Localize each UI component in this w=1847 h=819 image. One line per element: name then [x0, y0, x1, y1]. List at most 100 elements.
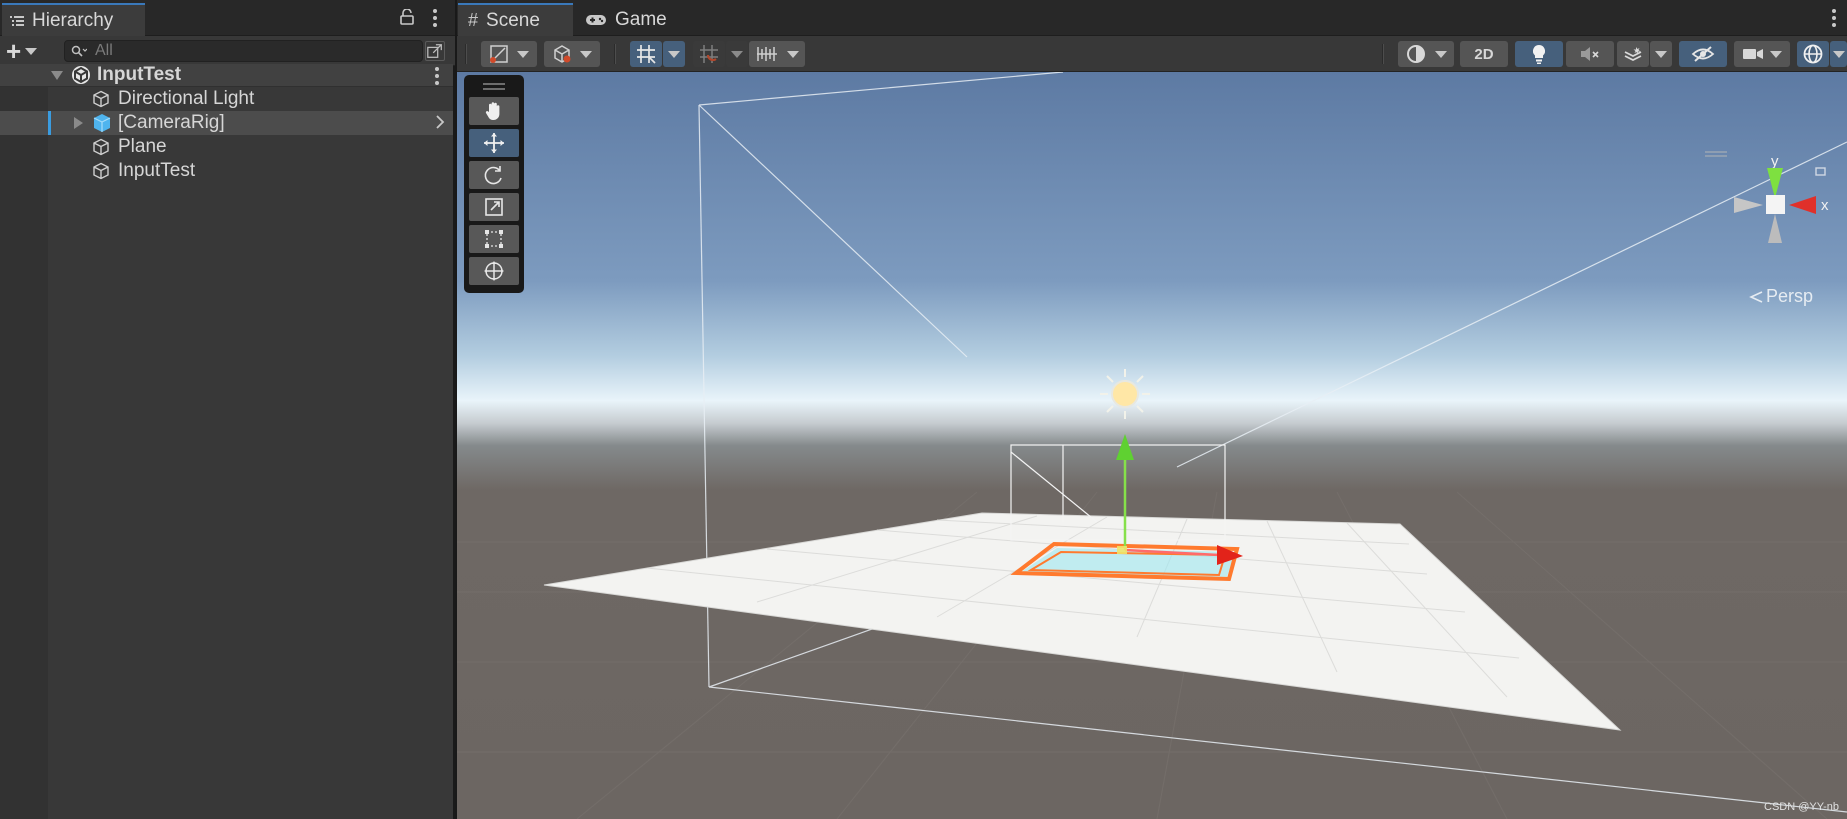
gizmos-options-dropdown[interactable]	[1830, 41, 1847, 67]
chevron-down-icon	[731, 50, 743, 58]
popout-icon[interactable]	[425, 41, 445, 61]
chevron-down-icon	[580, 50, 592, 58]
perspective-icon	[1749, 290, 1763, 303]
item-label: Plane	[118, 136, 167, 157]
chevron-down-icon	[668, 50, 680, 58]
list-item-plane[interactable]: Plane	[0, 135, 453, 159]
grid-visibility-button[interactable]	[630, 41, 662, 67]
search-input[interactable]	[95, 42, 395, 60]
light-bulb-icon	[1532, 44, 1546, 64]
ruler-icon	[757, 47, 777, 61]
eye-hidden-icon	[1691, 46, 1715, 62]
draw-mode-dropdown[interactable]	[481, 41, 537, 67]
tab-game-label: Game	[615, 8, 667, 30]
scene-visibility-button[interactable]	[1679, 41, 1727, 67]
move-icon	[484, 133, 504, 153]
unity-scene-icon	[72, 66, 90, 84]
gameobject-icon	[93, 90, 109, 108]
gizmo-grip-icon[interactable]	[1705, 151, 1727, 157]
tab-hierarchy-label: Hierarchy	[32, 9, 114, 31]
item-label: InputTest	[118, 160, 196, 181]
hierarchy-menu-icon[interactable]	[428, 8, 442, 28]
gizmo-sphere-icon	[1803, 44, 1823, 64]
draw-mode-icon	[490, 45, 508, 63]
scene-menu-icon[interactable]	[430, 66, 444, 86]
camera-settings-dropdown[interactable]	[1734, 41, 1790, 67]
scene-panel: # Scene Game 2D y x Persp CSDN @YY-nb	[457, 0, 1847, 819]
tool-palette	[464, 75, 524, 293]
scale-tool-button[interactable]	[469, 193, 519, 221]
axis-y-cone[interactable]	[1767, 168, 1783, 198]
transform-icon	[484, 261, 504, 281]
hierarchy-panel: Hierarchy + All InputTest Directional Li…	[0, 0, 455, 819]
rotate-icon	[484, 166, 502, 185]
hierarchy-toolbar: +	[0, 36, 455, 66]
mode-2d-button[interactable]: 2D	[1460, 41, 1508, 67]
chevron-down-icon	[787, 50, 799, 58]
gizmos-button[interactable]	[1797, 41, 1829, 67]
list-item-inputtest[interactable]: InputTest	[0, 159, 453, 183]
axis-neg-x-cone[interactable]	[1734, 197, 1763, 213]
chevron-down-icon	[517, 50, 529, 58]
render-mode-dropdown[interactable]	[544, 41, 600, 67]
hierarchy-list-icon	[10, 15, 24, 26]
sphere-shading-icon	[1407, 45, 1425, 63]
list-item-camerarig[interactable]: [CameraRig]	[0, 111, 453, 135]
grid-icon	[637, 45, 656, 64]
scene-render	[457, 72, 1847, 819]
axis-y-label: y	[1771, 153, 1779, 170]
gameobject-icon	[93, 138, 109, 156]
tab-hierarchy[interactable]: Hierarchy	[2, 3, 145, 36]
snap-options-dropdown[interactable]	[726, 41, 748, 67]
increment-snap-dropdown[interactable]	[749, 41, 805, 67]
gameobject-icon	[93, 162, 109, 180]
shading-mode-dropdown[interactable]	[1398, 41, 1454, 67]
effects-options-dropdown[interactable]	[1650, 41, 1672, 67]
rect-tool-button[interactable]	[469, 225, 519, 253]
audio-toggle-button[interactable]	[1566, 41, 1614, 67]
effects-stack-icon	[1624, 47, 1642, 62]
speaker-mute-icon	[1581, 47, 1599, 61]
hand-tool-button[interactable]	[469, 97, 519, 125]
scene-menu-icon[interactable]	[1827, 8, 1841, 28]
hierarchy-tab-bar: Hierarchy	[0, 0, 455, 36]
axis-x-cone[interactable]	[1789, 196, 1816, 214]
scene-row[interactable]: InputTest	[0, 64, 453, 87]
directional-light-gizmo[interactable]	[1100, 369, 1150, 419]
tab-scene-label: Scene	[486, 9, 540, 31]
chevron-right-icon[interactable]	[435, 115, 445, 129]
item-label: Directional Light	[118, 88, 255, 109]
rotate-tool-button[interactable]	[469, 161, 519, 189]
transform-tool-button[interactable]	[469, 257, 519, 285]
lighting-toggle-button[interactable]	[1515, 41, 1563, 67]
gamepad-icon	[586, 14, 606, 25]
list-item-directional-light[interactable]: Directional Light	[0, 87, 453, 111]
watermark: CSDN @YY-nb	[1764, 801, 1839, 813]
effects-toggle-button[interactable]	[1617, 41, 1649, 67]
scene-tab-bar: # Scene Game	[457, 0, 1847, 36]
create-button[interactable]: +	[6, 38, 48, 64]
lock-icon[interactable]	[400, 9, 414, 25]
chevron-down-icon	[1435, 50, 1447, 58]
toolbar-separator	[614, 44, 616, 64]
grid-options-dropdown[interactable]	[663, 41, 685, 67]
search-field[interactable]	[64, 40, 423, 62]
move-tool-button[interactable]	[469, 129, 519, 157]
gizmo-center-cube[interactable]	[1766, 195, 1785, 214]
mode-2d-label: 2D	[1474, 45, 1494, 63]
expand-triangle-icon[interactable]	[74, 117, 83, 129]
chevron-down-icon	[1655, 50, 1667, 58]
expand-triangle-icon[interactable]	[51, 70, 63, 80]
chevron-down-icon	[1832, 50, 1845, 58]
gizmo-lock-icon[interactable]	[1815, 167, 1826, 176]
scale-icon	[485, 198, 503, 216]
tab-scene[interactable]: # Scene	[458, 3, 573, 36]
scene-viewport[interactable]: y x Persp CSDN @YY-nb	[457, 72, 1847, 819]
hierarchy-tree: InputTest Directional Light [CameraRig]	[0, 64, 453, 183]
projection-toggle[interactable]: Persp	[1749, 286, 1813, 307]
search-icon	[71, 45, 87, 57]
snap-button[interactable]	[693, 41, 725, 67]
palette-grip-icon[interactable]	[469, 79, 519, 93]
axis-neg-y-cone[interactable]	[1768, 214, 1782, 243]
tab-game[interactable]: Game	[575, 3, 680, 36]
